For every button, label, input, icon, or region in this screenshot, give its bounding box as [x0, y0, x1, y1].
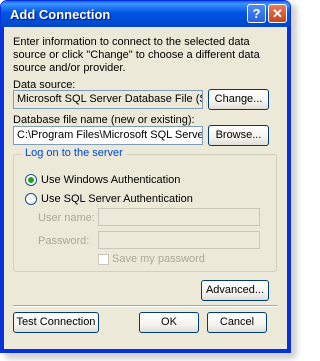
radio-selected-dot	[28, 177, 34, 183]
close-button[interactable]: ✕	[268, 4, 287, 23]
data-source-field: Microsoft SQL Server Database File (SqlC…	[13, 90, 203, 109]
database-file-label: Database file name (new or existing):	[13, 114, 195, 126]
window-frame-bottom	[1, 349, 290, 352]
advanced-button[interactable]: Advanced...	[201, 280, 269, 301]
windows-auth-label[interactable]: Use Windows Authentication	[41, 174, 180, 186]
close-x-icon: ✕	[272, 6, 283, 21]
dialog-title: Add Connection	[10, 7, 111, 22]
add-connection-dialog: Add Connection ? ✕ Enter information to …	[0, 0, 291, 353]
password-input[interactable]	[98, 231, 260, 249]
cancel-button[interactable]: Cancel	[207, 312, 267, 333]
database-file-input[interactable]: C:\Program Files\Microsoft SQL Server\MS…	[13, 126, 203, 145]
logon-group-legend: Log on to the server	[22, 147, 126, 159]
question-mark-icon: ?	[252, 6, 261, 21]
user-name-input[interactable]	[98, 208, 260, 226]
button-separator	[13, 305, 277, 307]
test-connection-button[interactable]: Test Connection	[13, 312, 99, 333]
sql-auth-label[interactable]: Use SQL Server Authentication	[41, 193, 193, 205]
intro-text: Enter information to connect to the sele…	[13, 36, 260, 74]
title-bar[interactable]: Add Connection ? ✕	[1, 1, 290, 27]
sql-auth-radio[interactable]	[25, 193, 37, 205]
save-password-label: Save my password	[112, 253, 205, 265]
password-label: Password:	[38, 235, 90, 247]
window-frame-right	[287, 27, 290, 352]
window-frame-left	[1, 27, 4, 352]
ok-button[interactable]: OK	[139, 312, 199, 333]
windows-auth-radio[interactable]	[25, 174, 37, 186]
help-button[interactable]: ?	[247, 4, 266, 23]
browse-button[interactable]: Browse...	[208, 125, 269, 146]
change-button[interactable]: Change...	[208, 89, 269, 110]
save-password-checkbox[interactable]	[98, 254, 109, 265]
user-name-label: User name:	[38, 212, 95, 224]
